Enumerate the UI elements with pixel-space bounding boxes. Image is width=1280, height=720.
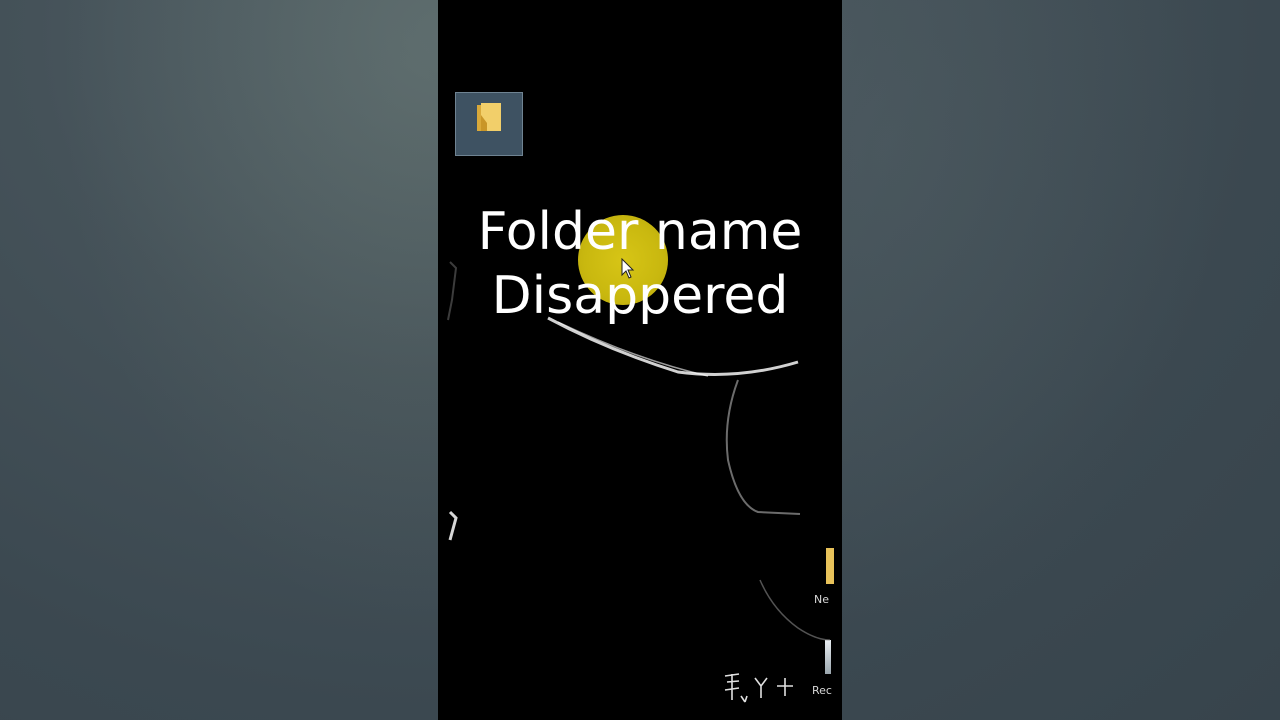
wallpaper-graphic (447, 261, 831, 641)
watermark-logo-icon (724, 673, 793, 703)
mouse-cursor-icon (621, 258, 635, 279)
new-folder-label[interactable]: Ne (814, 593, 829, 606)
caption-overlay: Folder name Disappered (438, 200, 842, 328)
video-frame: Folder name Disappered Ne Rec (0, 0, 1280, 720)
recycle-bin-label[interactable]: Rec (812, 684, 832, 697)
caption-line-1: Folder name (477, 202, 803, 262)
blurred-side-right (842, 0, 1280, 720)
caption-line-2: Disappered (491, 266, 789, 326)
blurred-side-left (0, 0, 438, 720)
desktop-screen: Folder name Disappered Ne Rec (438, 0, 842, 720)
